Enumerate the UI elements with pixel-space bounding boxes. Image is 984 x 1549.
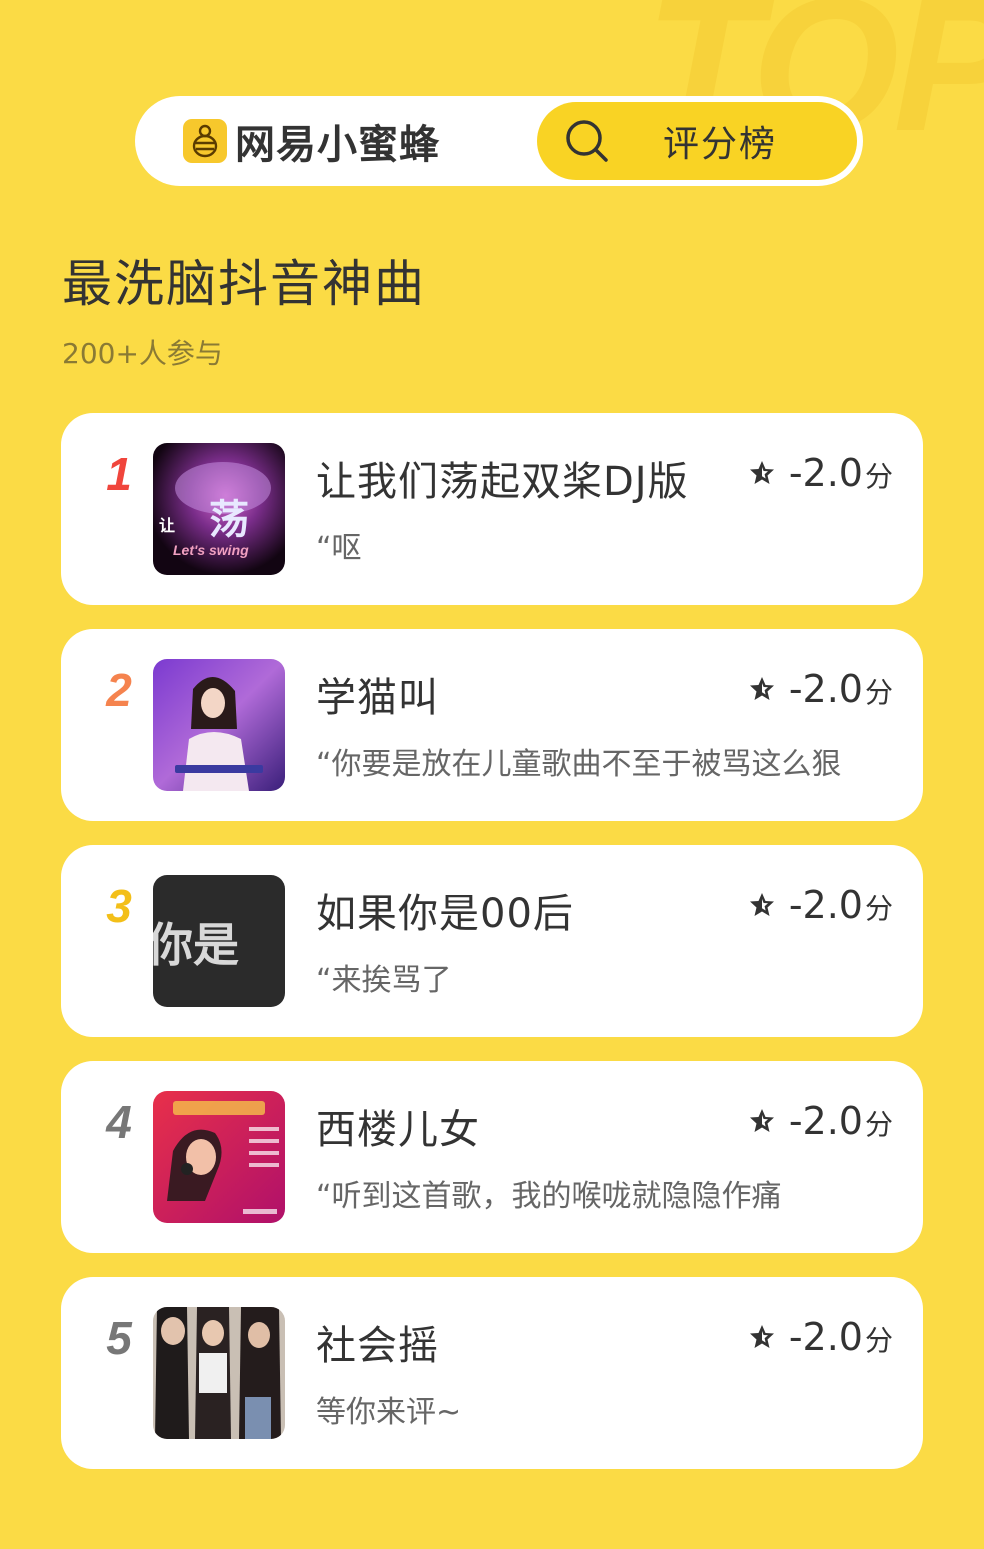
score-value: -2.0: [788, 667, 863, 711]
ranking-item[interactable]: 1 荡 让 Let's swing 让我们荡起双桨DJ版 “呕 -2.0 分: [61, 413, 923, 605]
score: -2.0 分: [749, 1099, 893, 1143]
score: -2.0 分: [749, 883, 893, 927]
page: TOP 网易小蜜蜂 评分榜 最洗脑抖音神曲 200+人参与 1 荡 让 Let'…: [0, 0, 984, 1549]
ranking-item[interactable]: 3 你是 如果你是00后 “来挨骂了 -2.0 分: [61, 845, 923, 1037]
ranking-list: 1 荡 让 Let's swing 让我们荡起双桨DJ版 “呕 -2.0 分 2…: [61, 413, 923, 1493]
star-rating-icon: [749, 1109, 774, 1132]
rank-number: 4: [106, 1096, 132, 1148]
participant-count: 200+人参与: [62, 337, 223, 370]
page-title: 最洗脑抖音神曲: [62, 255, 426, 313]
bee-logo-icon: [183, 119, 227, 163]
album-cover-image: [153, 1091, 285, 1223]
top-comment: “来挨骂了: [316, 963, 452, 998]
score-unit: 分: [864, 1324, 893, 1357]
brand[interactable]: 网易小蜜蜂: [183, 118, 440, 168]
svg-text:荡: 荡: [209, 497, 249, 543]
song-title: 西楼儿女: [316, 1107, 480, 1153]
song-title: 让我们荡起双桨DJ版: [316, 459, 689, 505]
svg-text:Let's swing: Let's swing: [173, 542, 249, 558]
album-cover-image: 荡 让 Let's swing: [153, 443, 285, 575]
top-comment: “你要是放在儿童歌曲不至于被骂这么狠: [316, 747, 842, 782]
star-rating-icon: [749, 1325, 774, 1348]
star-rating-icon: [749, 677, 774, 700]
top-comment: “呕: [316, 531, 362, 566]
star-rating-icon: [749, 461, 774, 484]
svg-text:你是: 你是: [153, 918, 239, 972]
header-bar: 网易小蜜蜂 评分榜: [135, 96, 863, 186]
ranking-item[interactable]: 5 社会摇 等你来评~ -2.0 分: [61, 1277, 923, 1469]
score: -2.0 分: [749, 451, 893, 495]
score-value: -2.0: [788, 883, 863, 927]
ranking-item[interactable]: 4 西楼儿女 “听到这首歌，我的喉咙就隐隐作痛 -2.0 分: [61, 1061, 923, 1253]
top-comment: 等你来评~: [316, 1395, 462, 1430]
album-cover-image: [153, 1307, 285, 1439]
score-value: -2.0: [788, 1099, 863, 1143]
svg-text:让: 让: [159, 516, 175, 535]
song-title: 社会摇: [316, 1323, 439, 1369]
score-value: -2.0: [788, 451, 863, 495]
rank-number: 3: [106, 880, 132, 932]
score: -2.0 分: [749, 667, 893, 711]
song-title: 如果你是00后: [316, 891, 574, 937]
search-icon: [566, 120, 608, 162]
star-rating-icon: [749, 893, 774, 916]
top-comment: “听到这首歌，我的喉咙就隐隐作痛: [316, 1179, 782, 1214]
rating-board-search-button[interactable]: 评分榜: [537, 102, 857, 180]
ranking-item[interactable]: 2 学猫叫 “你要是放在儿童歌曲不至于被骂这么狠 -2.0 分: [61, 629, 923, 821]
rank-number: 1: [106, 448, 132, 500]
score-value: -2.0: [788, 1315, 863, 1359]
brand-name: 网易小蜜蜂: [235, 122, 440, 168]
score-unit: 分: [864, 1108, 893, 1141]
score-unit: 分: [864, 676, 893, 709]
score-unit: 分: [864, 892, 893, 925]
score: -2.0 分: [749, 1315, 893, 1359]
score-unit: 分: [864, 460, 893, 493]
song-title: 学猫叫: [316, 675, 439, 721]
album-cover-image: 你是: [153, 875, 285, 1007]
album-cover-image: [153, 659, 285, 791]
rank-number: 2: [106, 664, 132, 716]
search-label: 评分榜: [663, 124, 778, 165]
rank-number: 5: [106, 1312, 132, 1364]
